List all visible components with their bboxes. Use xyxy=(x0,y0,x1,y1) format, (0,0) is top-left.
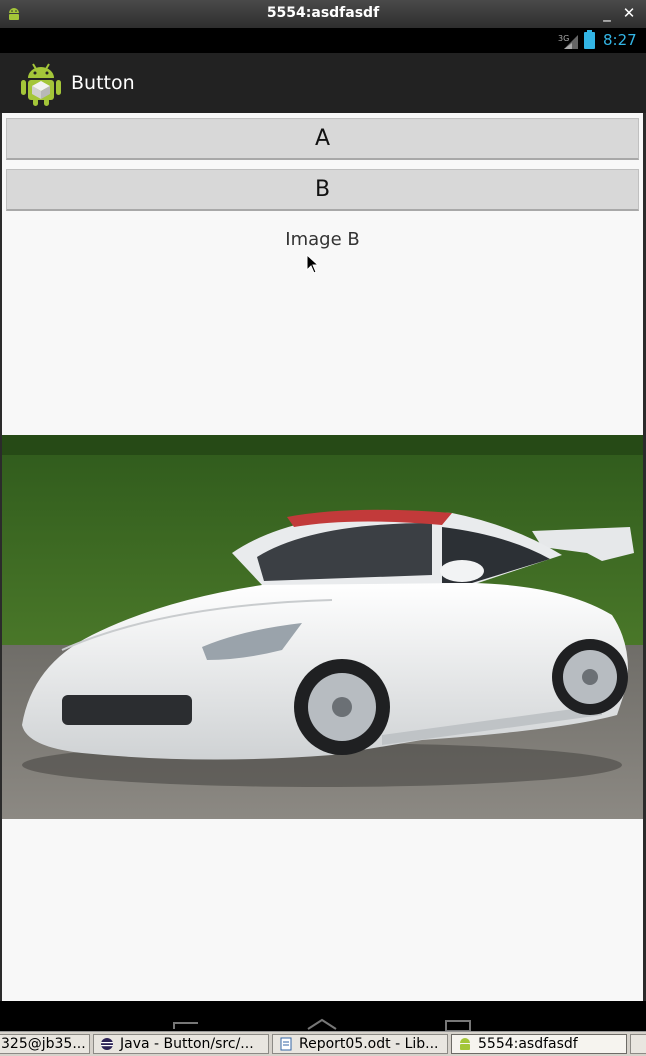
recent-apps-icon[interactable] xyxy=(440,1017,476,1031)
back-icon[interactable] xyxy=(168,1019,204,1031)
signal-icon: 3G xyxy=(558,34,578,49)
eclipse-icon xyxy=(101,1038,113,1050)
button-b[interactable]: B xyxy=(6,169,639,211)
android-logo-icon xyxy=(21,63,61,106)
taskbar-item-emulator[interactable]: 5554:asdfasdf xyxy=(451,1034,627,1054)
taskbar-item-label: 5554:asdfasdf xyxy=(478,1036,578,1052)
mouse-cursor-icon xyxy=(306,254,320,274)
taskbar-item-overflow[interactable] xyxy=(630,1034,646,1054)
window-title: 5554:asdfasdf xyxy=(266,5,380,21)
status-time: 8:27 xyxy=(603,31,637,49)
taskbar-item-eclipse[interactable]: Java - Button/src/... xyxy=(93,1034,269,1054)
app-title: Button xyxy=(71,72,135,94)
document-icon xyxy=(280,1037,292,1051)
taskbar-item-label: 325@jb35... xyxy=(1,1036,86,1052)
taskbar-item-terminal[interactable]: 325@jb35... xyxy=(0,1034,90,1054)
android-icon xyxy=(460,1038,470,1050)
minimize-button[interactable]: _ xyxy=(598,4,616,22)
network-type: 3G xyxy=(558,34,569,43)
taskbar-item-libreoffice[interactable]: Report05.odt - Lib... xyxy=(272,1034,448,1054)
button-a[interactable]: A xyxy=(6,118,639,160)
android-status-bar: 3G 8:27 xyxy=(0,28,646,53)
close-button[interactable]: ✕ xyxy=(620,4,638,22)
taskbar-item-label: Java - Button/src/... xyxy=(120,1036,254,1052)
android-nav-bar xyxy=(0,1001,646,1031)
taskbar-item-label: Report05.odt - Lib... xyxy=(299,1036,439,1052)
image-label: Image B xyxy=(285,229,360,250)
action-bar: Button xyxy=(0,53,646,113)
battery-icon xyxy=(584,30,595,49)
desktop-taskbar: 325@jb35... Java - Button/src/... Report… xyxy=(0,1031,646,1056)
app-content: A B Image B xyxy=(2,113,643,1001)
car-image xyxy=(2,435,643,819)
window-titlebar: 5554:asdfasdf _ ✕ xyxy=(0,0,646,28)
home-icon[interactable] xyxy=(304,1017,340,1031)
